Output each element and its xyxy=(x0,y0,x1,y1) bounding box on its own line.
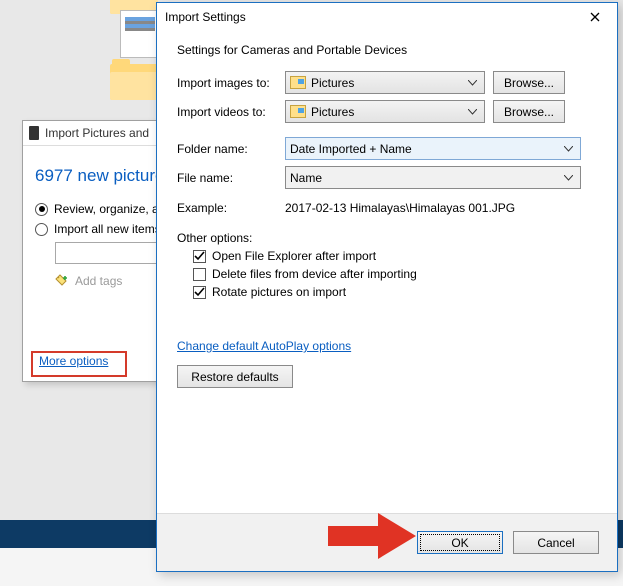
browse-videos-button[interactable]: Browse... xyxy=(493,100,565,123)
close-icon xyxy=(590,12,600,22)
ok-button[interactable]: OK xyxy=(417,531,503,554)
cancel-button[interactable]: Cancel xyxy=(513,531,599,554)
checkbox-label: Open File Explorer after import xyxy=(212,249,376,263)
example-value: 2017-02-13 Himalayas\Himalayas 001.JPG xyxy=(285,201,515,215)
import-images-dropdown[interactable]: Pictures xyxy=(285,71,485,94)
radio-icon xyxy=(35,203,48,216)
folder-icon xyxy=(290,105,306,118)
import-images-label: Import images to: xyxy=(177,76,277,90)
dialog-title: Import Settings xyxy=(165,10,246,24)
dropdown-value: Name xyxy=(290,171,560,185)
other-options-label: Other options: xyxy=(177,231,597,245)
radio-icon xyxy=(35,223,48,236)
radio-label: Import all new items xyxy=(54,222,161,236)
dropdown-value: Date Imported + Name xyxy=(290,142,560,156)
dialog-title: Import Pictures and xyxy=(45,126,149,140)
checkbox-icon xyxy=(193,286,206,299)
chevron-down-icon xyxy=(560,138,576,159)
document-icon[interactable] xyxy=(120,10,160,58)
folder-icon[interactable] xyxy=(110,64,158,100)
autoplay-options-link[interactable]: Change default AutoPlay options xyxy=(177,339,351,353)
browse-images-button[interactable]: Browse... xyxy=(493,71,565,94)
folder-icon xyxy=(290,76,306,89)
checkbox-icon xyxy=(193,268,206,281)
close-button[interactable] xyxy=(581,6,609,28)
more-options-link[interactable]: More options xyxy=(35,351,112,371)
example-label: Example: xyxy=(177,201,277,215)
radio-label: Review, organize, an xyxy=(54,202,165,216)
chevron-down-icon xyxy=(560,167,576,188)
button-label: Cancel xyxy=(537,536,574,550)
file-name-label: File name: xyxy=(177,171,277,185)
add-tags-label: Add tags xyxy=(75,274,122,288)
import-videos-dropdown[interactable]: Pictures xyxy=(285,100,485,123)
tag-plus-icon xyxy=(55,274,69,288)
checkbox-label: Rotate pictures on import xyxy=(212,285,346,299)
checkbox-open-explorer[interactable]: Open File Explorer after import xyxy=(193,249,597,263)
section-title: Settings for Cameras and Portable Device… xyxy=(177,43,597,57)
checkbox-icon xyxy=(193,250,206,263)
folder-name-dropdown[interactable]: Date Imported + Name xyxy=(285,137,581,160)
dropdown-value: Pictures xyxy=(311,105,464,119)
folder-name-label: Folder name: xyxy=(177,142,277,156)
file-name-dropdown[interactable]: Name xyxy=(285,166,581,189)
checkbox-label: Delete files from device after importing xyxy=(212,267,417,281)
device-icon xyxy=(29,126,39,140)
button-label: Browse... xyxy=(504,76,554,90)
dropdown-value: Pictures xyxy=(311,76,464,90)
dialog-footer: OK Cancel xyxy=(157,513,617,571)
button-label: OK xyxy=(451,536,468,550)
import-videos-label: Import videos to: xyxy=(177,105,277,119)
chevron-down-icon xyxy=(464,72,480,93)
chevron-down-icon xyxy=(464,101,480,122)
import-settings-dialog: Import Settings Settings for Cameras and… xyxy=(156,2,618,572)
checkbox-rotate-pictures[interactable]: Rotate pictures on import xyxy=(193,285,597,299)
button-label: Browse... xyxy=(504,105,554,119)
restore-defaults-button[interactable]: Restore defaults xyxy=(177,365,293,388)
button-label: Restore defaults xyxy=(191,370,278,384)
checkbox-delete-files[interactable]: Delete files from device after importing xyxy=(193,267,597,281)
titlebar[interactable]: Import Settings xyxy=(157,3,617,31)
